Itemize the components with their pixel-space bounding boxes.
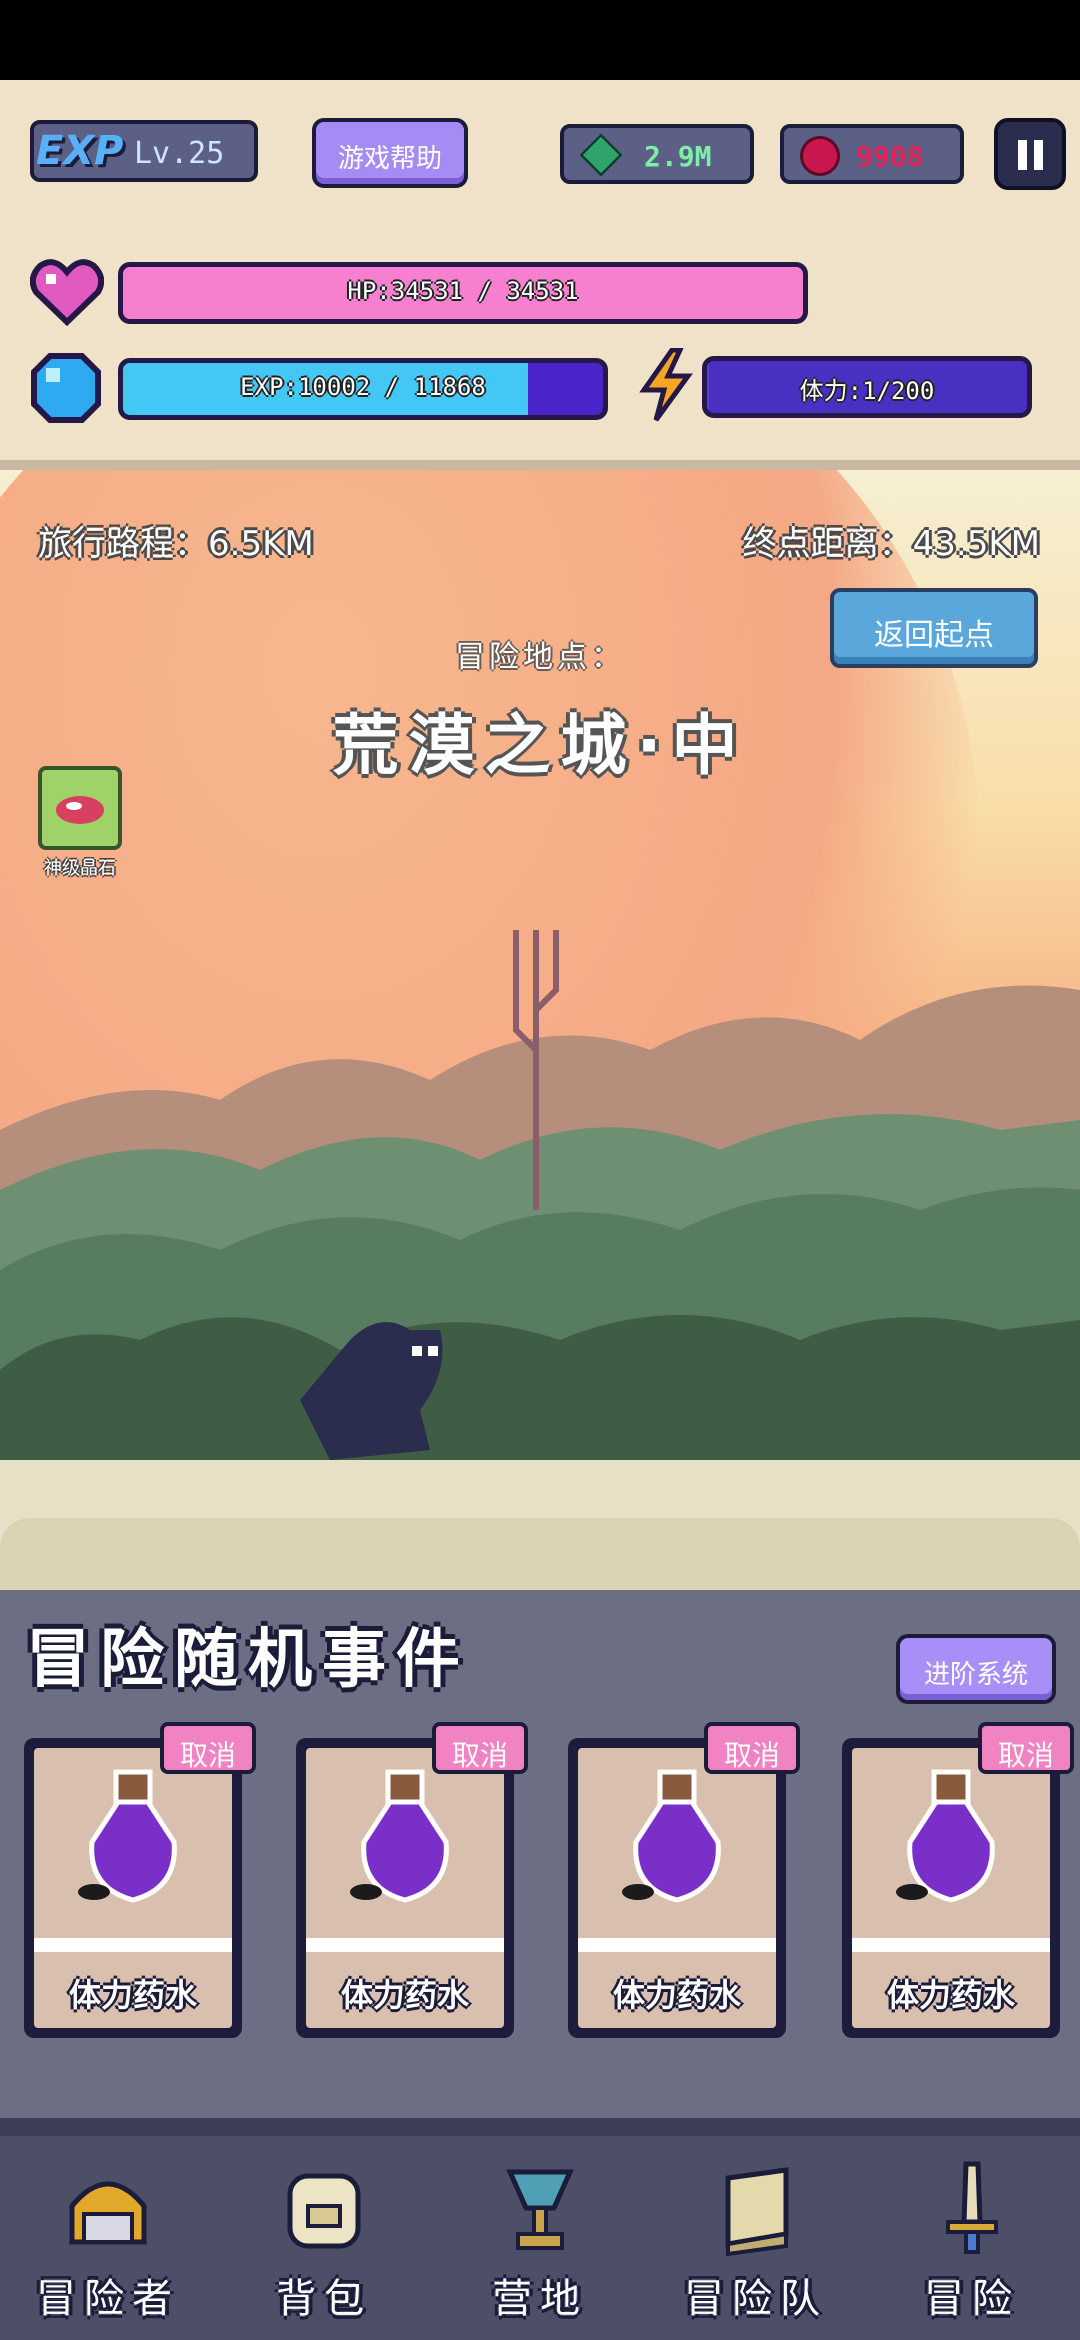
event-card-name: 体力药水 [612, 1976, 741, 2014]
event-card[interactable]: 体力药水 取消 [24, 1722, 256, 2038]
event-card-strip [852, 1938, 1050, 1952]
event-cancel-label: 取消 [723, 1739, 780, 1772]
gem-amount: 2.9M [644, 140, 712, 173]
potion-icon [896, 1769, 995, 1903]
nav-label-adventure: 冒险 [924, 2276, 1020, 2322]
events-title: 冒险随机事件 [26, 1623, 470, 1697]
event-cancel-button[interactable]: 取消 [160, 1722, 256, 1774]
adventure-scene: 旅行路程：6.5KM 终点距离：43.5KM 返回起点 冒险地点： 荒漠之城·中… [0, 470, 1080, 1590]
game-help-label: 游戏帮助 [337, 144, 442, 174]
lightning-icon [639, 348, 693, 422]
helmet-icon [69, 2181, 147, 2245]
ground-path [0, 1460, 1080, 1590]
hud-divider [0, 460, 1080, 470]
event-card[interactable]: 体力药水 取消 [296, 1722, 528, 2038]
backpack-icon [287, 2173, 361, 2249]
event-card-name: 体力药水 [68, 1976, 197, 2014]
stamina-bar: 体力:1/200 [702, 356, 1032, 418]
player-level: Lv.25 [134, 136, 225, 171]
level-badge: EXP Lv.25 [30, 120, 258, 182]
nav-item-camp[interactable]: 营地 [432, 2136, 648, 2340]
pause-button[interactable] [994, 118, 1066, 190]
event-cancel-label: 取消 [451, 1739, 508, 1772]
event-cancel-label: 取消 [997, 1739, 1054, 1772]
exp-logo: EXP [36, 128, 124, 174]
nav-item-team[interactable]: 冒险队 [648, 2136, 864, 2340]
location-label: 冒险地点： [455, 640, 625, 675]
system-status-bar [0, 0, 1080, 80]
game-help-button[interactable]: 游戏帮助 [312, 118, 468, 188]
event-card[interactable]: 体力药水 取消 [842, 1722, 1074, 2038]
event-card-strip [306, 1938, 504, 1952]
crystal-buff-label: 神级晶石 [44, 858, 116, 879]
event-cancel-button[interactable]: 取消 [704, 1722, 800, 1774]
event-card-name: 体力药水 [886, 1976, 1015, 2014]
event-cancel-button[interactable]: 取消 [978, 1722, 1074, 1774]
crystal-buff-icon[interactable] [38, 766, 122, 850]
random-events-panel: 冒险随机事件 进阶系统 体力药水 取消 体力药水 取消 体力药水 取消 体力药水… [0, 1590, 1080, 2120]
event-card-strip [34, 1938, 232, 1952]
event-card-strip [578, 1938, 776, 1952]
nav-label-team: 冒险队 [684, 2276, 828, 2322]
location-name: 荒漠之城·中 [332, 707, 748, 784]
hp-bar-label: HP:34531 / 34531 [347, 277, 579, 305]
distance-traveled: 旅行路程：6.5KM [38, 524, 314, 564]
event-card-name: 体力药水 [340, 1976, 469, 2014]
event-cancel-button[interactable]: 取消 [432, 1722, 528, 1774]
nav-divider [0, 2118, 1080, 2136]
exp-bar: EXP:10002 / 11868 [118, 358, 608, 420]
crystal-icon [56, 796, 104, 824]
exp-bar-label: EXP:10002 / 11868 [240, 373, 486, 401]
nav-item-backpack[interactable]: 背包 [216, 2136, 432, 2340]
nav-item-adventure[interactable]: 冒险 [864, 2136, 1080, 2340]
emerald-icon [579, 133, 623, 177]
gem-counter[interactable]: 2.9M [560, 124, 754, 184]
hp-bar: HP:34531 / 34531 [118, 262, 808, 324]
bottom-navigation: 冒险者 背包 营地 冒险队 冒险 [0, 2136, 1080, 2340]
advance-system-label: 进阶系统 [923, 1660, 1028, 1690]
potion-icon [350, 1769, 449, 1903]
heart-icon [30, 259, 104, 326]
exp-orb-icon [31, 353, 101, 423]
nav-item-adventurer[interactable]: 冒险者 [0, 2136, 216, 2340]
nav-label-camp: 营地 [492, 2276, 588, 2322]
sword-icon [946, 2161, 998, 2254]
ruby-icon [800, 136, 840, 176]
nav-label-backpack: 背包 [276, 2276, 372, 2322]
ruby-amount: 9908 [856, 140, 924, 173]
potion-icon [622, 1769, 721, 1903]
event-cancel-label: 取消 [179, 1739, 236, 1772]
stamina-bar-label: 体力:1/200 [799, 377, 935, 405]
advance-system-button[interactable]: 进阶系统 [896, 1634, 1056, 1704]
camp-trophy-icon [506, 2169, 574, 2250]
event-card[interactable]: 体力药水 取消 [568, 1722, 800, 2038]
nav-label-adventurer: 冒险者 [36, 2276, 180, 2322]
distance-remaining: 终点距离：43.5KM [742, 524, 1040, 564]
potion-icon [78, 1769, 177, 1903]
book-icon [725, 2167, 789, 2257]
ruby-counter[interactable]: 9908 [780, 124, 964, 184]
